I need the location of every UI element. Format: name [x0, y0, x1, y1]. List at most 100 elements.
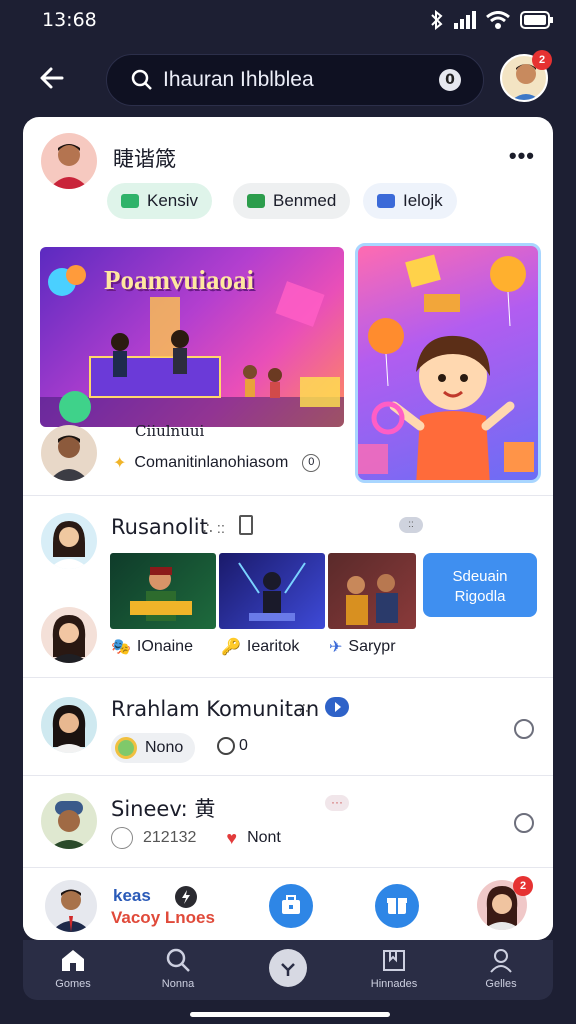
chip-1[interactable]: Benmed: [233, 183, 351, 219]
bottom-strip: keas Vacoy Lnoes 2: [23, 867, 553, 940]
chip-label: Benmed: [273, 191, 337, 210]
section3-pill: ···: [325, 795, 349, 811]
join-button-line2: Rigodla: [454, 588, 506, 605]
character-art: [358, 254, 534, 480]
post-subtitle: Ciiulnuui: [135, 422, 205, 440]
community-section-2: [23, 677, 553, 777]
section2-tag[interactable]: Nono: [111, 733, 196, 763]
tab-profile[interactable]: Gelles: [461, 946, 541, 990]
tab-label: Gomes: [55, 978, 91, 990]
status-icons: [430, 10, 554, 30]
signal-icon: [454, 11, 476, 29]
status-bar: 13:68: [0, 0, 576, 44]
bolt-icon: [175, 886, 197, 908]
chip-label: Ielojk: [403, 191, 443, 210]
section3-count: 212132: [143, 829, 197, 846]
tab-highlights[interactable]: Hinnades: [354, 946, 434, 990]
wifi-icon: [486, 11, 510, 29]
section2-radio[interactable]: [514, 719, 534, 739]
video-thumbnail-1[interactable]: [110, 553, 216, 629]
center-chevron-icon: [269, 949, 307, 987]
section2-meta: ∴: [299, 700, 309, 717]
section3-tag: Nont: [247, 829, 281, 846]
side-banner-image[interactable]: [355, 243, 541, 483]
section3-meta-row: 212132 ♥ Nont: [111, 827, 281, 849]
caption-row: ✦ Comanitinlanohiasom 0: [113, 453, 321, 473]
comment-count-badge[interactable]: 0: [302, 454, 321, 472]
tab-home[interactable]: Gomes: [33, 946, 113, 990]
battery-icon: [520, 11, 553, 29]
post-author-avatar[interactable]: [41, 133, 97, 189]
tag-label: Sarypr: [348, 638, 396, 655]
section1-pill: ::: [399, 517, 423, 533]
book-icon: [383, 950, 405, 971]
video-thumbnail-3[interactable]: [328, 553, 416, 629]
section1-meta: ∴ ::: [203, 520, 226, 537]
home-indicator: [190, 1012, 390, 1017]
tag-theater[interactable]: 🎭 IOnaine: [111, 637, 193, 657]
bottom-line2: Vacoy Lnoes: [111, 908, 215, 927]
person-icon: [490, 949, 512, 973]
tab-center[interactable]: [248, 948, 328, 988]
key-icon: 🔑: [221, 639, 241, 656]
status-time: 13:68: [42, 9, 97, 31]
chip-0[interactable]: Kensiv: [107, 183, 213, 219]
section2-tag-label: Nono: [145, 739, 184, 756]
play-icon[interactable]: [325, 697, 349, 717]
section3-title[interactable]: Sineev: 黄: [111, 793, 215, 823]
more-options-button[interactable]: •••: [509, 143, 535, 169]
post-author-name[interactable]: 睫谐箴: [113, 143, 176, 173]
banner-title: Poamvuiaoai: [104, 265, 255, 295]
section2-count: 0: [239, 737, 248, 754]
section3-avatar[interactable]: [41, 793, 97, 849]
tag-plane[interactable]: ✈ Sarypr: [329, 637, 396, 657]
post-banner-image[interactable]: Poamvuiaoai: [40, 247, 344, 427]
chip-icon: [377, 194, 395, 208]
home-icon: [62, 950, 84, 971]
commenter-avatar[interactable]: [41, 425, 97, 481]
section1-avatar[interactable]: [41, 513, 97, 569]
section2-title[interactable]: Rrahlam Komunitan: [111, 697, 319, 721]
section2-apple-tag[interactable]: 0: [217, 737, 248, 755]
section1-title[interactable]: Rusanolit: [111, 515, 208, 539]
caption-text: Comanitinlanohiasom: [134, 454, 289, 471]
join-community-button[interactable]: Sdeuain Rigodla: [423, 553, 537, 617]
tag-label: IOnaine: [136, 638, 193, 655]
back-arrow-icon[interactable]: [36, 62, 68, 94]
top-bar: Ihauran Ihblblea 0 2: [0, 50, 576, 110]
section1-member-avatar[interactable]: [41, 607, 97, 663]
tab-label: Hinnades: [370, 978, 418, 990]
briefcase-button[interactable]: [269, 884, 313, 928]
bottom-notification-badge: 2: [513, 876, 533, 896]
chip-icon: [121, 194, 139, 208]
feed-card: 睫谐箴 ••• Kensiv Benmed Ielojk Poamvuiaoai: [23, 117, 553, 940]
apple-icon: [217, 737, 235, 755]
search-input[interactable]: Ihauran Ihblblea: [163, 68, 314, 92]
plane-icon: ✈: [329, 639, 343, 656]
tag-label: Iearitok: [246, 638, 300, 655]
clear-search-button[interactable]: 0: [439, 69, 461, 91]
chip-2[interactable]: Ielojk: [363, 183, 457, 219]
bluetooth-icon: [431, 10, 443, 30]
badge-icon: [115, 737, 137, 759]
clipboard-icon[interactable]: [239, 515, 253, 535]
heart-icon[interactable]: ♥: [226, 828, 237, 849]
search-icon: [166, 948, 190, 972]
section2-avatar[interactable]: [41, 697, 97, 753]
community-section-3: [23, 775, 553, 867]
chip-label: Kensiv: [147, 191, 199, 210]
tab-search[interactable]: Nonna: [138, 946, 218, 990]
section3-radio[interactable]: [514, 813, 534, 833]
bottom-tab-bar: Gomes Nonna Hinnades Gelles: [23, 940, 553, 1000]
sparkle-icon: ✦: [113, 455, 127, 472]
bottom-avatar[interactable]: [45, 880, 97, 932]
search-bar[interactable]: Ihauran Ihblblea 0: [106, 54, 484, 106]
bottom-line1: keas: [113, 886, 151, 905]
dice-icon: [111, 827, 133, 849]
video-thumbnail-2[interactable]: [219, 553, 325, 629]
chip-icon: [247, 194, 265, 208]
tag-key[interactable]: 🔑 Iearitok: [221, 637, 299, 657]
gift-button[interactable]: [375, 884, 419, 928]
notification-badge: 2: [532, 50, 552, 70]
join-button-line1: Sdeuain: [452, 568, 508, 585]
